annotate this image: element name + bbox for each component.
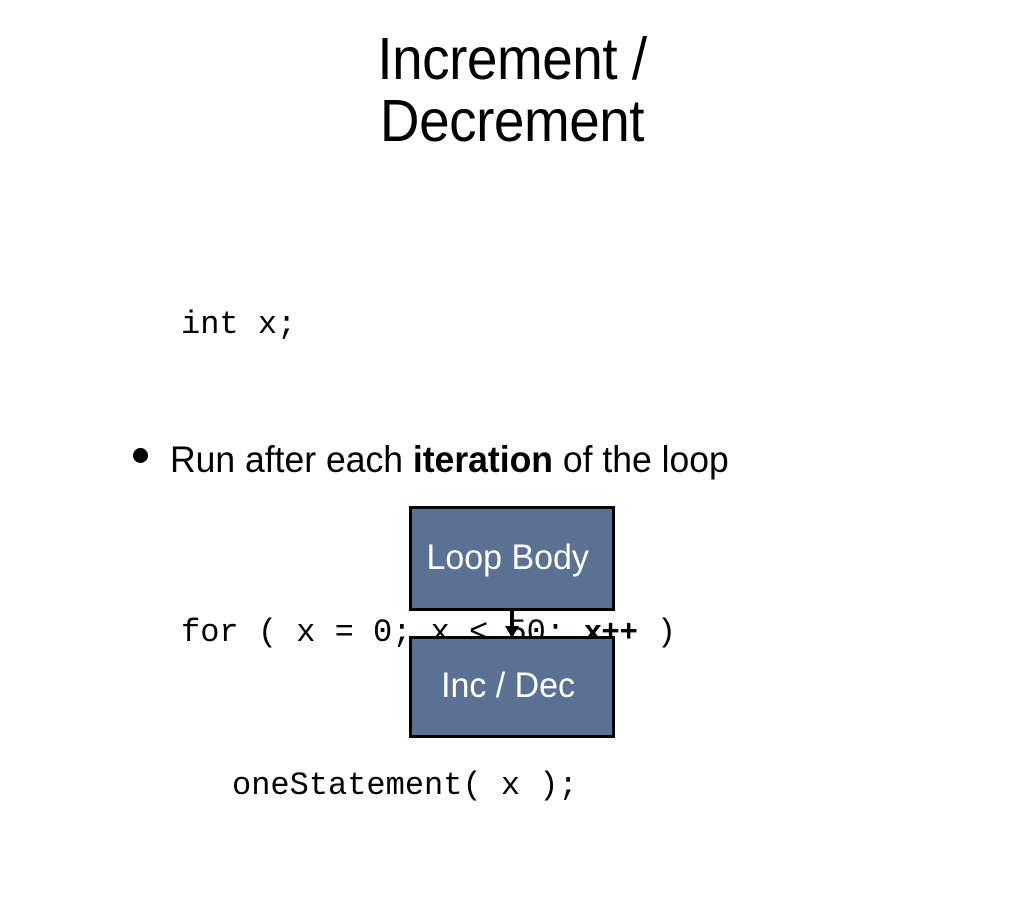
flow-box-loop-body: Loop Body bbox=[409, 506, 615, 611]
flow-box-inc-dec: Inc / Dec bbox=[409, 636, 615, 738]
flow-arrow-down-icon bbox=[505, 610, 519, 638]
flow-box-inc-dec-label: Inc / Dec bbox=[441, 666, 575, 705]
code-for-suffix: ) bbox=[637, 614, 677, 651]
bullet-text-emphasis: iteration bbox=[412, 439, 553, 480]
bullet-text-after: of the loop bbox=[552, 439, 729, 480]
slide-canvas: Increment / Decrement int x; for ( x = 0… bbox=[0, 0, 1024, 804]
bullet-text: Run after each iteration of the loop bbox=[170, 440, 729, 480]
bullet-text-before: Run after each bbox=[170, 439, 413, 480]
page-title: Increment / Decrement bbox=[377, 26, 647, 154]
bullet-dot-icon bbox=[133, 448, 148, 463]
code-line-declaration: int x; bbox=[181, 306, 297, 343]
flow-box-loop-body-label: Loop Body bbox=[426, 537, 590, 577]
bullet-item: Run after each iteration of the loop bbox=[133, 440, 752, 480]
flow-diagram: Loop Body Inc / Dec bbox=[409, 506, 615, 738]
